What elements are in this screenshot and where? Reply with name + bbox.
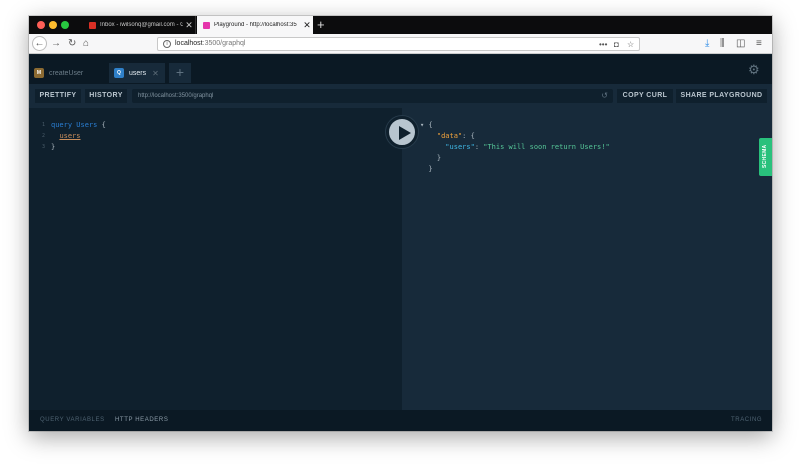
browser-tab-strip: Inbox - iwilsonq@gmail.com - G ✕ Playgro… <box>29 16 772 34</box>
browser-tab-playground[interactable]: Playground - http://localhost:35 ✕ <box>197 16 313 34</box>
back-button[interactable]: ← <box>32 36 47 51</box>
maximize-window-button[interactable] <box>61 21 69 29</box>
add-tab-button[interactable]: + <box>169 63 191 83</box>
playground-tab-createuser[interactable]: M createUser <box>29 63 105 83</box>
page-actions-icon[interactable]: ••• <box>599 38 607 51</box>
endpoint-input[interactable]: http://localhost:3500/graphql ↺ <box>132 89 613 103</box>
refresh-schema-icon[interactable]: ↺ <box>601 89 608 103</box>
browser-window: Inbox - iwilsonq@gmail.com - G ✕ Playgro… <box>29 16 772 431</box>
minimize-window-button[interactable] <box>49 21 57 29</box>
query-keyword: query <box>51 121 73 129</box>
prettify-button[interactable]: PRETTIFY <box>35 89 81 103</box>
json-string: "This will soon return Users!" <box>483 143 610 151</box>
info-icon[interactable]: i <box>163 40 171 48</box>
result-line: } <box>420 165 433 173</box>
tracing-tab[interactable]: TRACING <box>731 417 762 423</box>
query-variables-tab[interactable]: QUERY VARIABLES <box>40 417 105 423</box>
code-line: 2 users <box>29 131 106 142</box>
execute-query-button[interactable] <box>386 116 418 148</box>
new-tab-button[interactable]: + <box>317 17 325 33</box>
line-number: 2 <box>41 133 45 139</box>
bottom-panel-bar: QUERY VARIABLES HTTP HEADERS TRACING <box>29 410 772 431</box>
home-button[interactable]: ⌂ <box>83 37 89 51</box>
line-number: 3 <box>41 144 45 150</box>
reload-button[interactable]: ↻ <box>68 37 76 51</box>
operation-name: Users <box>76 121 98 129</box>
line-number: 1 <box>41 122 45 128</box>
query-field: users <box>59 132 81 140</box>
settings-gear-icon[interactable]: ⚙ <box>748 62 760 78</box>
browser-tab-title: Playground - http://localhost:35 <box>214 22 297 28</box>
copy-curl-button[interactable]: COPY CURL <box>617 89 673 103</box>
result-json: ▾ { "data": { "users": "This will soon r… <box>420 120 610 175</box>
history-button[interactable]: HISTORY <box>85 89 127 103</box>
downloads-icon[interactable]: ⤓ <box>705 37 709 51</box>
tab-label: createUser <box>49 69 84 77</box>
json-key: "data" <box>436 132 463 140</box>
browser-tab-inbox[interactable]: Inbox - iwilsonq@gmail.com - G ✕ <box>83 16 196 34</box>
navigation-bar: ← → ↻ ⌂ i localhost:3500/graphql ••• ◘ ☆… <box>29 34 772 54</box>
query-editor[interactable]: 1 query Users { 2 users 3 } <box>29 108 402 410</box>
close-tab-icon[interactable]: ✕ <box>152 69 159 78</box>
play-icon <box>399 126 411 140</box>
query-code[interactable]: 1 query Users { 2 users 3 } <box>29 120 106 153</box>
result-line: ▾ { <box>420 121 433 129</box>
close-window-button[interactable] <box>37 21 45 29</box>
playground-icon <box>203 21 210 29</box>
query-badge: Q <box>114 68 124 78</box>
sidebar-icon[interactable]: ◫ <box>736 37 745 51</box>
schema-tab[interactable]: SCHEMA <box>759 138 772 176</box>
close-tab-icon[interactable]: ✕ <box>301 20 313 31</box>
library-icon[interactable]: ⫼ <box>720 37 725 51</box>
close-tab-icon[interactable]: ✕ <box>183 20 195 31</box>
code-line: 1 query Users { <box>29 120 106 131</box>
share-playground-button[interactable]: SHARE PLAYGROUND <box>676 89 767 103</box>
tab-label: users <box>129 69 147 77</box>
result-pane: ▾ { "data": { "users": "This will soon r… <box>402 108 772 410</box>
result-line: } <box>420 154 442 162</box>
endpoint-url: http://localhost:3500/graphql <box>138 93 214 99</box>
result-line: "users": "This will soon return Users!" <box>445 143 610 151</box>
http-headers-tab[interactable]: HTTP HEADERS <box>115 417 168 423</box>
url-bar[interactable]: i localhost:3500/graphql ••• ◘ ☆ <box>157 37 640 51</box>
schema-label: SCHEMA <box>762 144 768 168</box>
pocket-icon[interactable]: ◘ <box>614 38 619 51</box>
playground-tab-users[interactable]: Q users ✕ <box>109 63 165 83</box>
playground-tab-bar: M createUser Q users ✕ + <box>29 55 772 84</box>
gmail-icon <box>89 21 96 29</box>
json-key: "users" <box>445 143 475 151</box>
result-line: "data": { <box>436 132 475 140</box>
forward-button[interactable]: → <box>51 37 61 51</box>
playground-toolbar: PRETTIFY HISTORY http://localhost:3500/g… <box>29 84 772 108</box>
browser-tab-title: Inbox - iwilsonq@gmail.com - G <box>100 22 183 28</box>
menu-icon[interactable]: ≡ <box>756 37 762 51</box>
url-text[interactable]: localhost:3500/graphql <box>175 40 245 47</box>
code-line: 3 } <box>29 142 106 153</box>
mutation-badge: M <box>34 68 44 78</box>
close-brace: } <box>51 143 56 151</box>
open-brace: { <box>101 121 106 129</box>
bookmark-star-icon[interactable]: ☆ <box>627 38 634 51</box>
